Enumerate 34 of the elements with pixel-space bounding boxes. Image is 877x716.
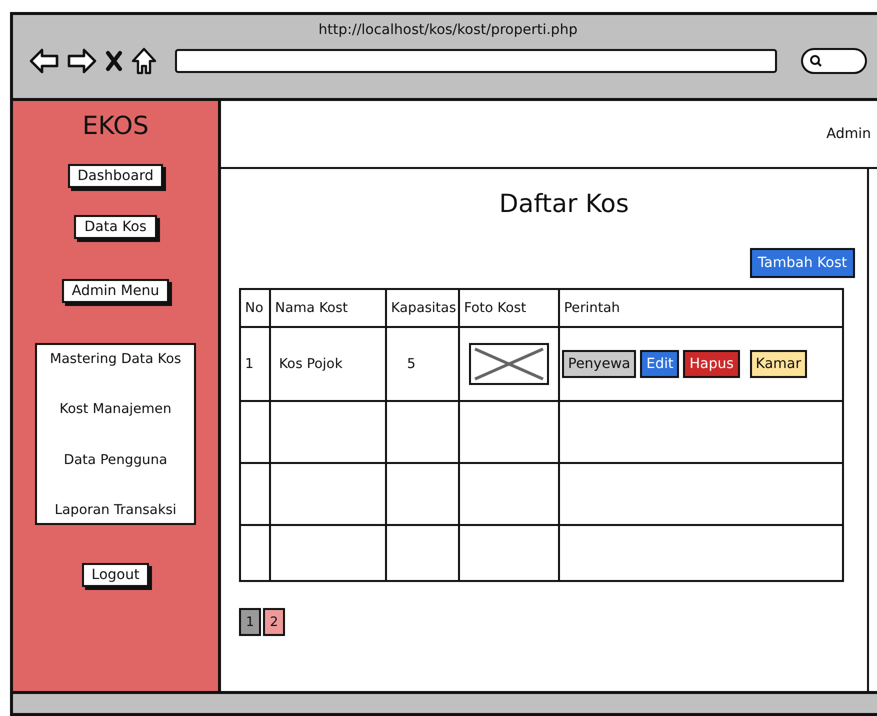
home-icon[interactable] xyxy=(131,47,157,75)
action-button[interactable]: Hapus xyxy=(683,350,740,378)
action-button[interactable]: Edit xyxy=(640,350,680,378)
page-button[interactable]: 1 xyxy=(239,608,261,636)
add-button[interactable]: Tambah Kost xyxy=(750,248,855,278)
table-cell-text: Kos Pojok xyxy=(278,356,343,372)
table-cell-text: 5 xyxy=(406,356,416,372)
back-arrow-icon[interactable] xyxy=(29,47,59,75)
page-button[interactable]: 2 xyxy=(263,608,285,636)
submenu-item[interactable]: Laporan Transaksi xyxy=(52,497,178,523)
column-header: Perintah xyxy=(563,300,620,316)
forward-arrow-icon[interactable] xyxy=(67,47,97,75)
nav-button[interactable]: Admin Menu xyxy=(62,279,170,303)
address-bar[interactable] xyxy=(175,49,777,73)
submenu-item[interactable]: Data Pengguna xyxy=(62,447,170,473)
submenu-item[interactable]: Kost Manajemen xyxy=(58,371,174,447)
column-header: Kapasitas xyxy=(390,300,456,316)
user-name: Admin xyxy=(826,126,871,142)
app-logo: EKOS xyxy=(82,111,149,140)
search-field[interactable] xyxy=(801,48,867,74)
close-icon[interactable] xyxy=(105,50,123,72)
column-header: Nama Kost xyxy=(274,300,348,316)
column-header: No xyxy=(244,300,264,316)
column-header: Foto Kost xyxy=(463,300,526,316)
action-button[interactable]: Kamar xyxy=(750,350,808,378)
table-cell-text: 1 xyxy=(244,356,254,372)
page-title: Daftar Kos xyxy=(498,189,630,218)
action-button[interactable]: Penyewa xyxy=(562,350,636,378)
nav-button[interactable]: Data Kos xyxy=(74,215,157,239)
logout-button[interactable]: Logout xyxy=(82,563,150,587)
nav-button[interactable]: Dashboard xyxy=(68,164,164,188)
search-icon xyxy=(809,54,823,68)
url-text: http://localhost/kos/kost/properti.php xyxy=(318,21,578,40)
submenu-item[interactable]: Mastering Data Kos xyxy=(48,347,184,371)
